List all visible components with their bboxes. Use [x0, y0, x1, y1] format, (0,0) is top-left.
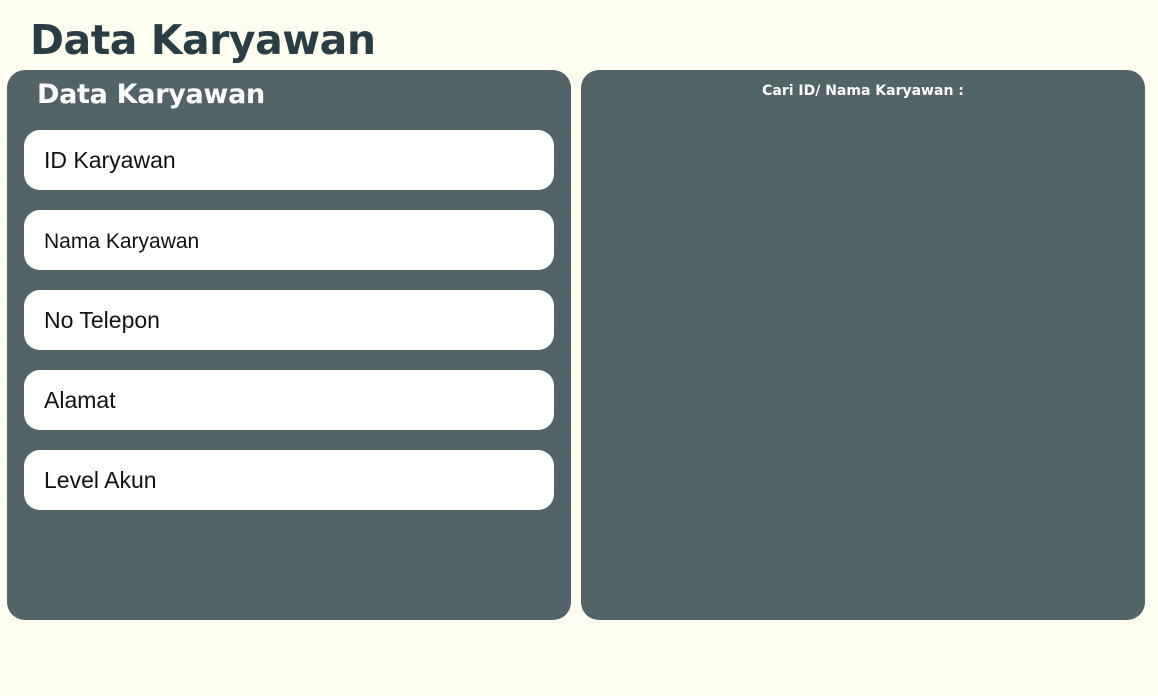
phone-number-field[interactable] — [24, 290, 554, 350]
search-label: Cari ID/ Nama Karyawan : — [762, 83, 964, 99]
account-level-field[interactable] — [24, 450, 554, 510]
employee-form-panel: Data Karyawan — [7, 70, 571, 620]
employee-search-panel: Cari ID/ Nama Karyawan : — [581, 70, 1145, 620]
employee-id-field[interactable] — [24, 130, 554, 190]
page-title: Data Karyawan — [30, 16, 376, 64]
form-title: Data Karyawan — [37, 79, 265, 110]
address-field[interactable] — [24, 370, 554, 430]
employee-name-field[interactable] — [24, 210, 554, 270]
